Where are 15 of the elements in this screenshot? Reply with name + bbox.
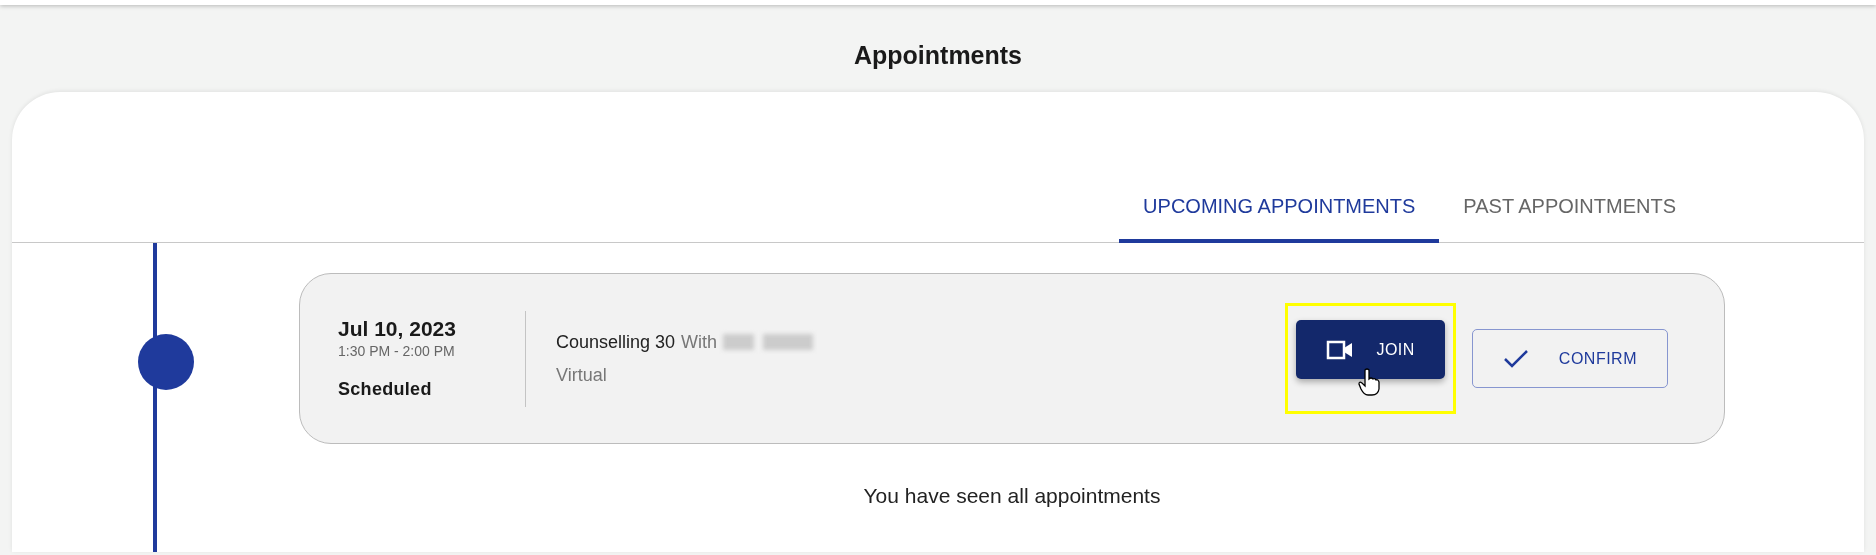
service-name: Counselling 30 [556,331,676,353]
appointment-mode: Virtual [556,364,607,386]
checkmark-icon [1502,348,1529,369]
page-title: Appointments [852,40,1023,71]
appointment-date: Jul 10, 2023 [338,317,457,341]
appointment-time: 1:30 PM - 2:00 PM [338,343,456,359]
appointment-status: Scheduled [338,379,433,400]
tab[interactable]: UPCOMING APPOINTMENTS [1119,195,1440,243]
end-message: You have seen all appointments [862,484,1162,508]
video-camera-icon [1326,339,1355,360]
hand-cursor-icon [1358,368,1381,396]
tab[interactable]: PAST APPOINTMENTS [1439,195,1700,243]
with-label: With [681,331,718,353]
join-button[interactable]: JOIN [1296,320,1445,379]
confirm-button[interactable]: CONFIRM [1471,329,1668,388]
